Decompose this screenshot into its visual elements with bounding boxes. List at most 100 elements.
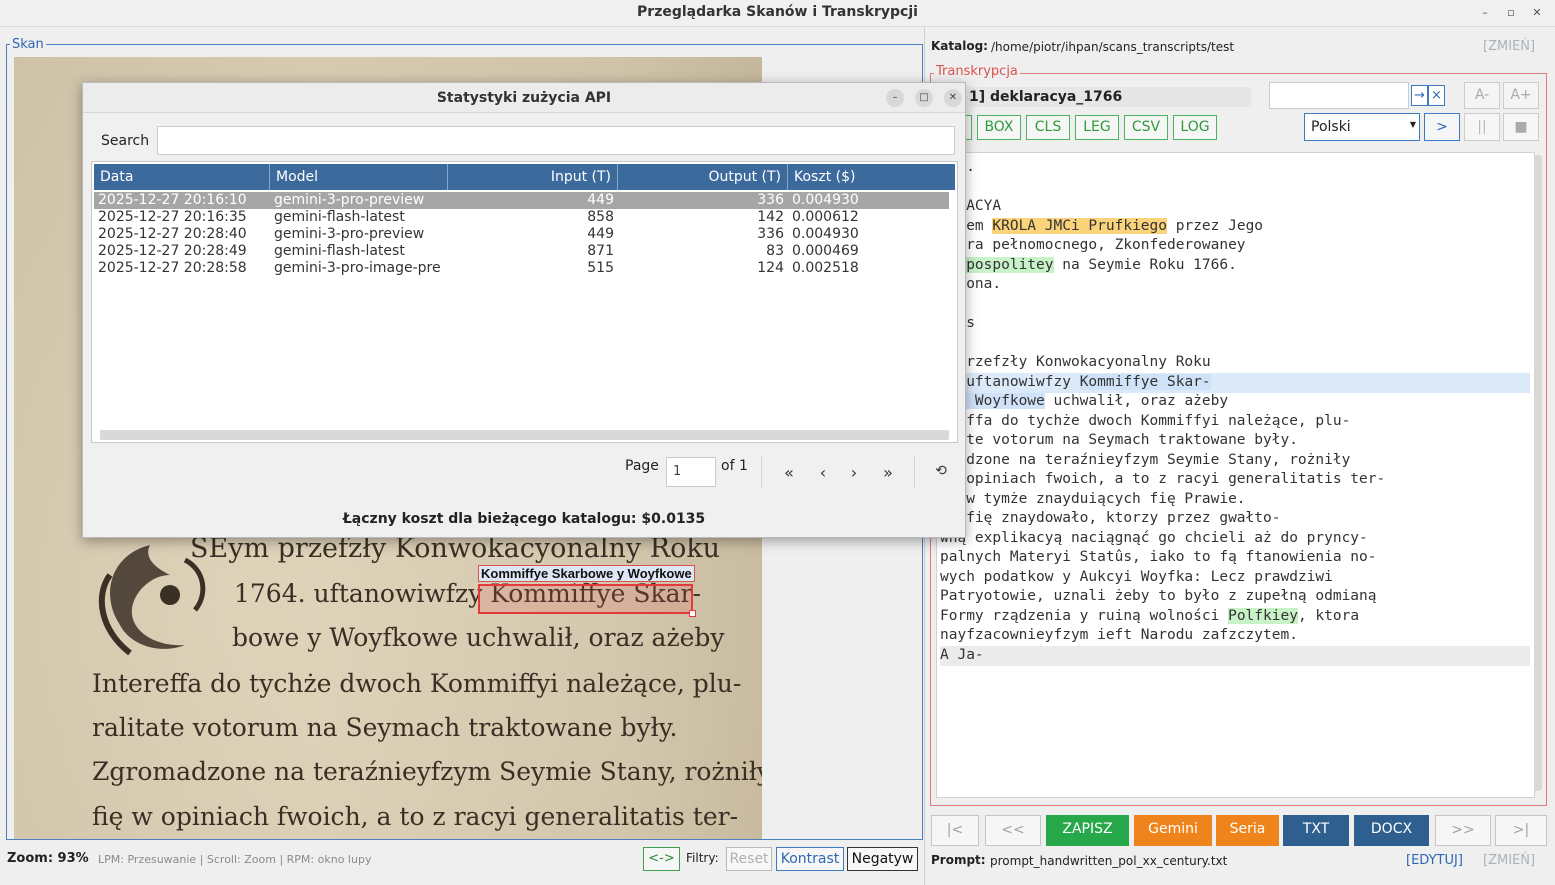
leg-button[interactable]: LEG	[1075, 115, 1119, 140]
file-name: 1] deklaracya_1766	[969, 87, 1251, 107]
gemini-button[interactable]: Gemini	[1134, 815, 1212, 846]
transcript-line: lu fię znaydowało, ktorzy przez gwałto-	[940, 509, 1280, 529]
play-button[interactable]: >	[1424, 113, 1460, 141]
transcript-line: itate votorum na Seymach traktowane były…	[940, 431, 1298, 451]
search-input[interactable]	[157, 126, 955, 155]
change-prompt-button[interactable]: [ZMIEŃ]	[1483, 853, 1535, 868]
close-icon[interactable]: ✕	[1528, 4, 1546, 22]
transcript-line: w opiniach fwoich, a to z racyi generali…	[940, 470, 1386, 490]
next-file-button[interactable]: >>	[1435, 815, 1491, 846]
prompt-label: Prompt:	[931, 853, 986, 867]
refresh-icon[interactable]: ⟲	[931, 463, 951, 479]
text-segment: palnych Materyi Statûs, iako to fą ftano…	[940, 549, 1377, 565]
catalog-path: /home/piotr/ihpan/scans_transcripts/test	[991, 40, 1235, 54]
entity-highlight: Polfkiey	[1228, 607, 1298, 624]
pause-button[interactable]: ||	[1464, 113, 1500, 141]
table-row[interactable]: 2025-12-27 20:28:40 gemini-3-pro-preview 4…	[94, 226, 949, 243]
last-page-button[interactable]: »	[878, 463, 898, 482]
prev-page-button[interactable]: ‹	[813, 463, 833, 482]
table-row[interactable]: 2025-12-27 20:16:35 gemini-flash-latest 85…	[94, 209, 949, 226]
transcript-line: palnych Materyi Statûs, iako to fą ftano…	[940, 548, 1377, 568]
transcript-line: 4. uftanowiwfzy Kommiffye Skar-	[940, 373, 1211, 393]
find-input[interactable]	[1269, 82, 1409, 109]
font-decrease-button[interactable]: A-	[1464, 82, 1500, 109]
table-row[interactable]: 2025-12-27 20:28:58 gemini-3-pro-image-pr…	[94, 260, 949, 277]
cell-model: gemini-flash-latest	[274, 209, 405, 225]
log-button[interactable]: LOG	[1173, 115, 1217, 140]
swap-panels-button[interactable]: <->	[643, 847, 680, 871]
edit-prompt-button[interactable]: [EDYTUJ]	[1406, 853, 1463, 868]
text-segment: uchwalił, oraz ażeby	[1044, 393, 1229, 409]
dialog-minimize-icon[interactable]: –	[886, 89, 904, 107]
page-input[interactable]: 1	[666, 457, 716, 487]
cell-output: 83	[766, 243, 784, 259]
font-increase-button[interactable]: A+	[1503, 82, 1539, 109]
box-button[interactable]: BOX	[977, 115, 1021, 140]
usage-table: Data Model Input (T) Output (T) Koszt ($…	[91, 161, 958, 443]
text-segment: lu fię znaydowało, ktorzy przez gwałto-	[940, 510, 1281, 526]
table-scrollbar[interactable]	[100, 430, 949, 440]
first-page-button[interactable]: «	[779, 463, 799, 482]
transcript-line: wych podatkow y Aukcyi Woyfka: Lecz praw…	[940, 568, 1333, 588]
txt-button[interactable]: TXT	[1283, 815, 1349, 846]
text-segment: wną explikacyą naciągnąć go chcieli aż d…	[940, 529, 1368, 546]
cell-date: 2025-12-27 20:16:10	[98, 192, 247, 208]
highlight-box[interactable]	[478, 584, 696, 617]
mouse-hint: LPM: Przesuwanie | Scroll: Zoom | RPM: o…	[98, 853, 372, 866]
next-page-button[interactable]: ›	[844, 463, 864, 482]
language-value: Polski	[1311, 119, 1351, 135]
cls-button[interactable]: CLS	[1026, 115, 1070, 140]
text-segment: Patryotowie, uznali żeby to było z zupeł…	[940, 588, 1377, 604]
column-header-date[interactable]: Data	[94, 164, 270, 190]
search-label: Search	[101, 133, 150, 149]
transcript-line: iftra pełnomocnego, Zkonfederowaney	[940, 236, 1246, 256]
cell-cost: 0.002518	[792, 260, 859, 276]
scan-line: bowe y Woyfkowe uchwalił, oraz ażeby	[232, 623, 725, 652]
column-header-output[interactable]: Output (T)	[618, 164, 788, 190]
transcript-line: omadzone na teraźnieyfzym Seymie Stany, …	[940, 451, 1350, 471]
editor-scrollbar[interactable]	[1534, 155, 1542, 791]
csv-button[interactable]: CSV	[1124, 115, 1168, 140]
transcript-line: ow w tymże znayduiących fię Prawie.	[940, 490, 1246, 510]
contrast-button[interactable]: Kontrast	[776, 847, 844, 871]
table-row[interactable]: 2025-12-27 20:16:10 gemini-3-pro-preview 4…	[94, 192, 949, 209]
transcript-line: czypospolitey na Seymie Roku 1766.	[940, 256, 1237, 276]
column-header-cost[interactable]: Koszt ($)	[788, 164, 957, 190]
cell-cost: 0.000612	[792, 209, 859, 225]
entity-highlight: KROLA JMCi Prufkiego	[992, 217, 1167, 234]
resize-handle[interactable]	[689, 610, 696, 617]
text-segment: wych podatkow y Aukcyi Woyfka: Lecz praw…	[940, 568, 1333, 585]
first-file-button[interactable]: |<	[931, 815, 979, 846]
series-button[interactable]: Seria	[1216, 815, 1279, 846]
last-file-button[interactable]: >|	[1495, 815, 1547, 846]
cell-date: 2025-12-27 20:28:58	[98, 260, 247, 276]
table-row[interactable]: 2025-12-27 20:28:49 gemini-flash-latest 87…	[94, 243, 949, 260]
change-catalog-button[interactable]: [ZMIEŃ]	[1483, 39, 1535, 54]
cell-input: 515	[587, 260, 614, 276]
transcription-panel: Katalog: /home/piotr/ihpan/scans_transcr…	[924, 27, 1555, 885]
table-header: Data Model Input (T) Output (T) Koszt ($…	[94, 164, 955, 190]
transcript-line: nayfzacownieyfzym ieft Narodu zafzczytem…	[940, 626, 1298, 646]
find-next-button[interactable]: →	[1411, 85, 1428, 106]
total-cost: Łączny koszt dla bieżącego katalogu: $0.…	[342, 511, 706, 527]
language-select[interactable]: Polski ▼	[1304, 113, 1420, 141]
dialog-maximize-icon[interactable]: □	[915, 89, 933, 107]
dialog-close-icon[interactable]: ✕	[944, 89, 962, 107]
cell-model: gemini-flash-latest	[274, 243, 405, 259]
docx-button[interactable]: DOCX	[1354, 815, 1429, 846]
prev-file-button[interactable]: <<	[985, 815, 1041, 846]
find-clear-button[interactable]: ×	[1428, 85, 1445, 106]
save-button[interactable]: ZAPISZ	[1046, 815, 1129, 846]
text-segment: ereffa do tychże dwoch Kommiffyi należąc…	[940, 412, 1351, 429]
stop-button[interactable]: ■	[1503, 113, 1539, 141]
negative-button[interactable]: Negatyw	[847, 847, 918, 871]
maximize-icon[interactable]: ▫	[1502, 4, 1520, 22]
transcription-editor[interactable]: 195.LARACYAeniem KROLA JMCi Prufkiego pr…	[936, 152, 1535, 798]
column-header-model[interactable]: Model	[270, 164, 448, 190]
column-header-input[interactable]: Input (T)	[448, 164, 618, 190]
text-segment: ow w tymże znayduiących fię Prawie.	[940, 490, 1246, 507]
cell-input: 858	[587, 209, 614, 225]
highlight-label: Kommiffye Skarbowe y Woyfkowe	[478, 565, 695, 582]
minimize-icon[interactable]: –	[1476, 4, 1494, 22]
reset-button[interactable]: Reset	[726, 847, 772, 871]
